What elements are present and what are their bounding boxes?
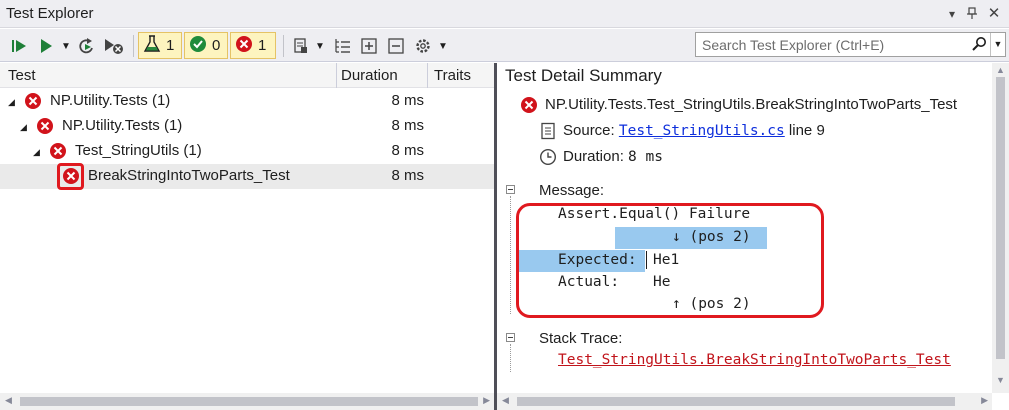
- flask-icon: [143, 34, 161, 57]
- tree-item-duration: 8 ms: [391, 142, 424, 159]
- passed-tests-filter[interactable]: 0: [184, 32, 228, 59]
- test-detail-pane: Test Detail Summary NP.Utility.Tests.Tes…: [497, 63, 1009, 410]
- source-row: Source: Test_StringUtils.cs line 9: [563, 122, 825, 139]
- scroll-left-icon[interactable]: ◀: [502, 395, 509, 406]
- toolbar-separator: [133, 35, 134, 57]
- tree-item-duration: 8 ms: [391, 92, 424, 109]
- playlist-dropdown-icon[interactable]: ▼: [314, 34, 326, 58]
- failed-icon: [49, 142, 67, 160]
- annotation-box: [57, 163, 84, 190]
- collapse-all-icon[interactable]: [385, 34, 407, 58]
- detail-title: Test Detail Summary: [505, 66, 662, 85]
- run-dropdown-icon[interactable]: ▼: [59, 34, 73, 58]
- run-all-icon[interactable]: [8, 34, 30, 58]
- expander-icon[interactable]: ◢: [20, 122, 27, 133]
- title-bar: Test Explorer ▾ ✕: [0, 0, 1009, 28]
- search-options-dropdown-icon[interactable]: ▼: [990, 33, 1005, 56]
- duration-value: 8 ms: [628, 149, 663, 165]
- tree-item-label: BreakStringIntoTwoParts_Test: [88, 167, 290, 184]
- playlist-icon[interactable]: [290, 34, 312, 58]
- column-divider[interactable]: [336, 63, 337, 88]
- tree-row-selected[interactable]: BreakStringIntoTwoParts_Test 8 ms: [0, 163, 494, 190]
- stack-trace-label: Stack Trace:: [539, 330, 623, 347]
- message-label: Message:: [539, 182, 605, 199]
- expander-icon[interactable]: ◢: [8, 97, 15, 108]
- pin-icon[interactable]: [964, 6, 980, 22]
- search-icon[interactable]: [971, 36, 987, 55]
- expand-all-icon[interactable]: [358, 34, 380, 58]
- vertical-scrollbar[interactable]: ▲ ▼: [992, 63, 1009, 393]
- tree-row[interactable]: ◢ NP.Utility.Tests (1) 8 ms: [0, 89, 494, 114]
- source-line: line 9: [788, 122, 825, 139]
- column-divider[interactable]: [427, 63, 428, 88]
- test-tree-pane: Test Duration Traits ◢ NP.Utility.Tests …: [0, 63, 494, 410]
- failed-icon: [520, 96, 538, 117]
- column-header: Test Duration Traits: [0, 63, 494, 88]
- scrollbar-thumb[interactable]: [20, 397, 478, 406]
- collapse-stack-trace-icon[interactable]: [506, 333, 515, 342]
- scroll-right-icon[interactable]: ▶: [483, 395, 490, 406]
- source-label: Source:: [563, 122, 615, 139]
- group-by-icon[interactable]: [332, 34, 354, 58]
- failed-count: 1: [258, 37, 267, 54]
- collapse-message-icon[interactable]: [506, 185, 515, 194]
- scroll-up-icon[interactable]: ▲: [996, 65, 1005, 75]
- annotation-box: [516, 203, 824, 318]
- search-input[interactable]: Search Test Explorer (Ctrl+E) ▼: [695, 32, 1006, 57]
- scrollbar-thumb[interactable]: [996, 77, 1005, 359]
- horizontal-scrollbar[interactable]: ◀ ▶: [0, 393, 494, 410]
- scroll-down-icon[interactable]: ▼: [996, 375, 1005, 385]
- total-tests-filter[interactable]: 1: [138, 32, 182, 59]
- tree-item-label: NP.Utility.Tests (1): [62, 117, 183, 134]
- expander-icon[interactable]: ◢: [33, 147, 40, 158]
- settings-gear-icon[interactable]: [412, 34, 434, 58]
- tree-row[interactable]: ◢ NP.Utility.Tests (1) 8 ms: [0, 114, 494, 139]
- tree-item-label: NP.Utility.Tests (1): [50, 92, 171, 109]
- horizontal-scrollbar[interactable]: ◀ ▶: [497, 393, 992, 410]
- window-title: Test Explorer: [6, 5, 94, 22]
- stack-trace-link[interactable]: Test_StringUtils.BreakStringIntoTwoParts…: [558, 352, 951, 368]
- toolbar-separator: [283, 35, 284, 57]
- tree-item-duration: 8 ms: [391, 167, 424, 184]
- duration-row: Duration: 8 ms: [563, 148, 663, 165]
- source-file-link[interactable]: Test_StringUtils.cs: [619, 123, 785, 139]
- detail-test-name: NP.Utility.Tests.Test_StringUtils.BreakS…: [545, 96, 958, 113]
- scrollbar-thumb[interactable]: [517, 397, 955, 406]
- failed-tests-filter[interactable]: 1: [230, 32, 276, 59]
- duration-label: Duration:: [563, 148, 624, 165]
- column-duration[interactable]: Duration: [341, 67, 398, 84]
- tree-row[interactable]: ◢ Test_StringUtils (1) 8 ms: [0, 139, 494, 164]
- column-traits[interactable]: Traits: [434, 67, 471, 84]
- tree-item-duration: 8 ms: [391, 117, 424, 134]
- scroll-right-icon[interactable]: ▶: [981, 395, 988, 406]
- tree-guide-line: [510, 344, 511, 372]
- passed-count: 0: [212, 37, 221, 54]
- total-count: 1: [166, 37, 175, 54]
- passed-icon: [189, 35, 207, 57]
- settings-dropdown-icon[interactable]: ▼: [437, 34, 449, 58]
- source-file-icon: [539, 122, 557, 143]
- close-icon[interactable]: ✕: [986, 6, 1002, 22]
- cancel-run-icon[interactable]: [102, 34, 126, 58]
- tree-item-label: Test_StringUtils (1): [75, 142, 202, 159]
- column-test[interactable]: Test: [8, 67, 36, 84]
- search-placeholder: Search Test Explorer (Ctrl+E): [702, 37, 885, 53]
- dropdown-icon[interactable]: ▾: [944, 6, 960, 22]
- scroll-left-icon[interactable]: ◀: [5, 395, 12, 406]
- run-icon[interactable]: [36, 34, 56, 58]
- failed-icon: [235, 35, 253, 57]
- failed-icon: [36, 117, 54, 135]
- tree-guide-line: [510, 196, 511, 314]
- clock-icon: [539, 148, 557, 169]
- failed-icon: [24, 92, 42, 110]
- repeat-last-run-icon[interactable]: [76, 34, 98, 58]
